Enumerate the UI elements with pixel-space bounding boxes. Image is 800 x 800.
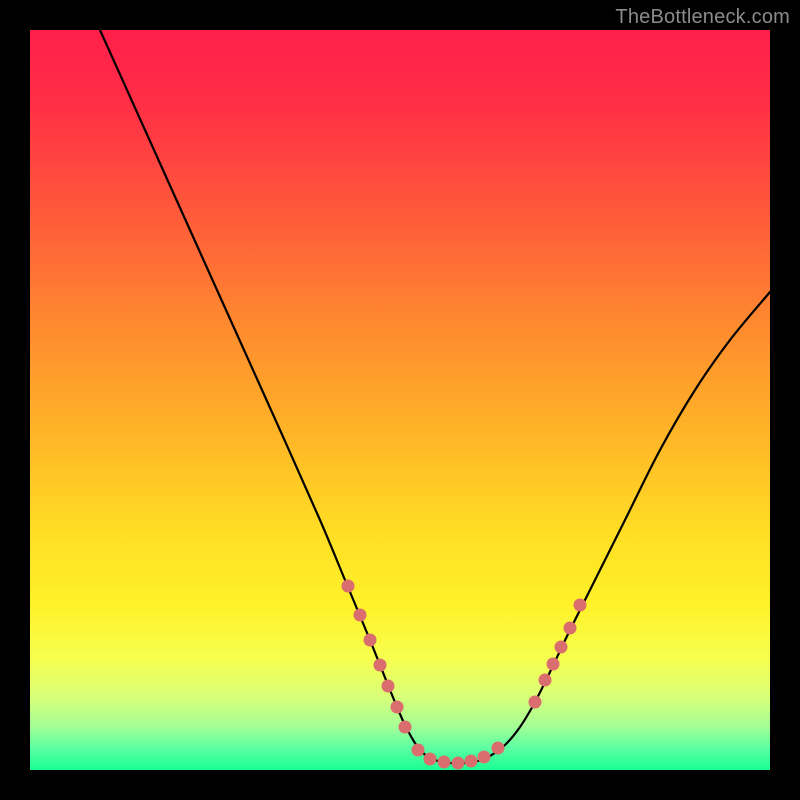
chart-curve xyxy=(30,30,770,770)
marker-dot xyxy=(547,658,560,671)
marker-dot xyxy=(564,622,577,635)
marker-dot xyxy=(424,753,437,766)
marker-dot xyxy=(391,701,404,714)
curve-path xyxy=(100,30,770,763)
watermark-text: TheBottleneck.com xyxy=(615,6,790,29)
marker-dot xyxy=(399,721,412,734)
marker-dot xyxy=(374,659,387,672)
marker-dot xyxy=(354,609,367,622)
marker-dot xyxy=(465,755,478,768)
marker-dot xyxy=(364,634,377,647)
marker-dot xyxy=(492,742,505,755)
marker-dot xyxy=(412,744,425,757)
marker-dot xyxy=(438,756,451,769)
marker-dot xyxy=(342,580,355,593)
marker-dot xyxy=(539,674,552,687)
marker-dot xyxy=(555,641,568,654)
marker-dot xyxy=(574,599,587,612)
plot-area xyxy=(30,30,770,770)
stage: TheBottleneck.com xyxy=(0,0,800,800)
marker-dot xyxy=(478,751,491,764)
marker-dot xyxy=(529,696,542,709)
marker-dot xyxy=(452,757,465,770)
marker-dot xyxy=(382,680,395,693)
